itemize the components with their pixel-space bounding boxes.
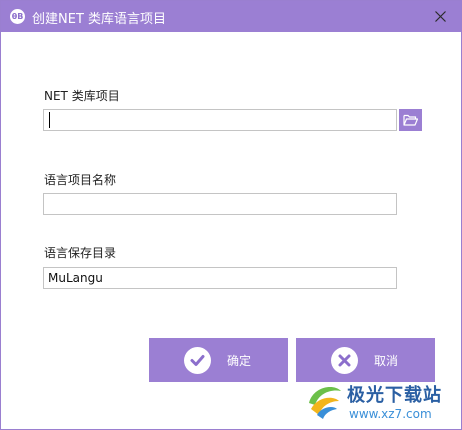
cross-icon xyxy=(338,354,351,367)
browse-folder-button[interactable] xyxy=(399,109,422,131)
title-bar[interactable]: θB 创建NET 类库语言项目 xyxy=(1,1,461,32)
net-project-input[interactable] xyxy=(43,109,397,131)
cancel-button-label: 取消 xyxy=(374,354,399,368)
ok-button[interactable]: 确定 xyxy=(149,338,288,382)
text-caret xyxy=(49,112,50,128)
net-project-label: NET 类库项目 xyxy=(44,89,120,103)
cancel-icon-circle xyxy=(331,347,358,374)
close-icon xyxy=(435,11,446,22)
save-dir-input[interactable] xyxy=(43,267,397,289)
language-name-label: 语言项目名称 xyxy=(44,173,117,187)
watermark-url: www.xz7.com xyxy=(349,407,432,421)
close-button[interactable] xyxy=(419,1,461,32)
watermark-logo-icon xyxy=(309,387,341,419)
watermark-title: 极光下载站 xyxy=(347,385,442,406)
save-dir-label: 语言保存目录 xyxy=(44,246,117,260)
dialog-window: θB 创建NET 类库语言项目 NET 类库项目 语言项目名称 语言保存目录 确… xyxy=(0,0,462,430)
watermark: 极光下载站 www.xz7.com xyxy=(301,377,461,429)
folder-open-icon xyxy=(403,114,418,126)
ok-icon-circle xyxy=(184,347,211,374)
app-logo-icon: θB xyxy=(10,9,25,24)
cancel-button[interactable]: 取消 xyxy=(296,338,435,382)
language-name-input[interactable] xyxy=(43,193,397,215)
window-title: 创建NET 类库语言项目 xyxy=(32,12,167,27)
ok-button-label: 确定 xyxy=(227,354,252,368)
checkmark-icon xyxy=(190,355,205,366)
